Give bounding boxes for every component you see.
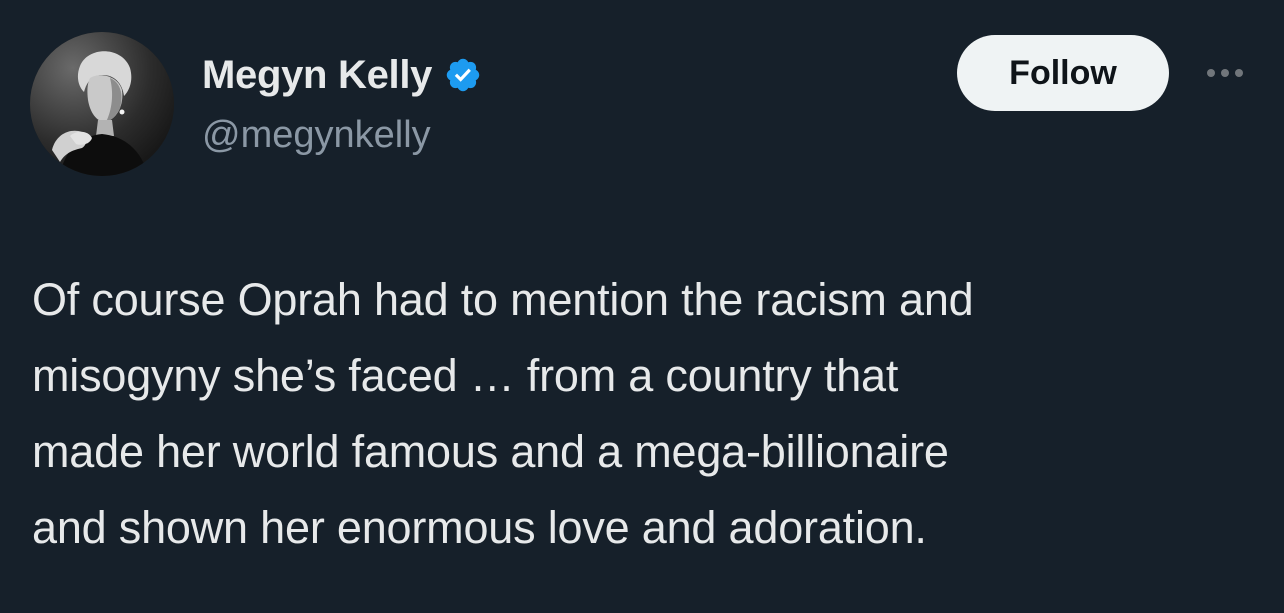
avatar-photo (30, 32, 174, 176)
tweet-text-line: misogyny she’s faced … from a country th… (32, 350, 899, 401)
more-horizontal-icon (1235, 69, 1243, 77)
tweet-text-line: made her world famous and a mega-billion… (32, 426, 949, 477)
tweet-text: Of course Oprah had to mention the racis… (32, 262, 1262, 566)
author-name-row: Megyn Kelly (202, 50, 482, 100)
avatar[interactable] (30, 32, 174, 176)
verified-badge-icon[interactable] (444, 56, 482, 94)
more-horizontal-icon (1221, 69, 1229, 77)
tweet-text-line: Of course Oprah had to mention the racis… (32, 274, 974, 325)
tweet-card: Megyn Kelly @megynkelly Follow Of course… (0, 0, 1284, 613)
follow-button[interactable]: Follow (957, 35, 1169, 111)
more-horizontal-icon (1207, 69, 1215, 77)
tweet-text-line: and shown her enormous love and adoratio… (32, 502, 927, 553)
author-handle[interactable]: @megynkelly (202, 114, 431, 157)
more-options-button[interactable] (1200, 58, 1250, 88)
author-display-name[interactable]: Megyn Kelly (202, 53, 432, 98)
